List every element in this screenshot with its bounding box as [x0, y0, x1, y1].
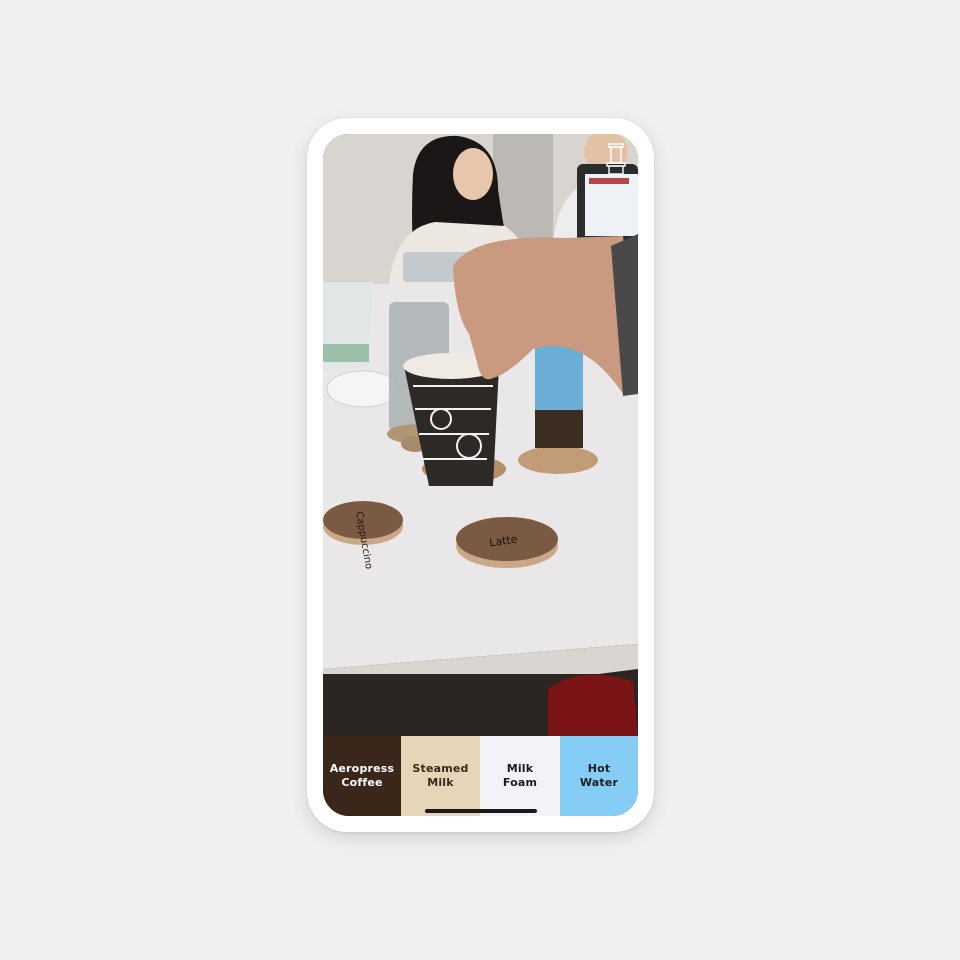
ingredient-label: Milk Foam [502, 762, 538, 789]
phone-screen: Cappuccino Latte Aeropress Coffee Steame… [323, 134, 638, 816]
ingredient-label: Hot Water [579, 762, 619, 789]
ingredient-aeropress-coffee-button[interactable]: Aeropress Coffee [323, 736, 401, 816]
ingredient-milk-foam-button[interactable]: Milk Foam [480, 736, 560, 816]
ingredient-steamed-milk-button[interactable]: Steamed Milk [401, 736, 480, 816]
coaster-latte[interactable]: Latte [456, 517, 558, 568]
red-bag [548, 674, 638, 736]
stage: Cappuccino Latte Aeropress Coffee Steame… [0, 0, 960, 960]
ingredient-palette: Aeropress Coffee Steamed Milk Milk Foam … [323, 736, 638, 816]
aeropress-outline-icon[interactable] [604, 142, 628, 176]
phone-frame: Cappuccino Latte Aeropress Coffee Steame… [307, 118, 654, 832]
ar-camera-view[interactable]: Cappuccino Latte [323, 134, 638, 736]
ingredient-hot-water-button[interactable]: Hot Water [560, 736, 638, 816]
home-indicator[interactable] [425, 809, 537, 813]
ingredient-label: Aeropress Coffee [329, 762, 395, 789]
ingredient-label: Steamed Milk [412, 762, 469, 789]
